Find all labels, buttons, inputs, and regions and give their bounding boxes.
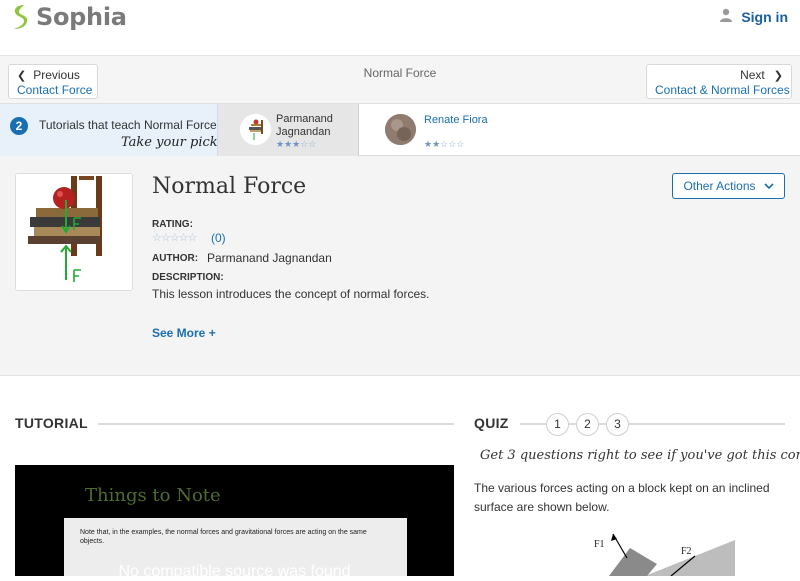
user-icon bbox=[719, 8, 733, 25]
sophia-logo[interactable]: Sophia bbox=[10, 3, 127, 31]
sign-in-link[interactable]: Sign in bbox=[719, 8, 788, 25]
tutor-rating-stars: ★★☆☆☆ bbox=[424, 139, 465, 149]
description-label: DESCRIPTION: bbox=[152, 272, 224, 283]
video-error-message: No compatible source was found bbox=[118, 563, 351, 576]
inclined-plane-figure: F1 F2 bbox=[585, 528, 745, 577]
slide-title: Things to Note bbox=[85, 485, 221, 506]
chevron-down-icon bbox=[763, 179, 774, 193]
quiz-heading: QUIZ bbox=[474, 415, 509, 431]
f2-label: F2 bbox=[681, 546, 692, 557]
previous-lesson-title: Contact Force bbox=[17, 83, 93, 97]
lesson-description: This lesson introduces the concept of no… bbox=[152, 287, 430, 301]
tutor-name: Parmanand Jagnandan bbox=[276, 113, 333, 138]
rating-label: RATING: bbox=[152, 219, 193, 230]
tutorial-heading: TUTORIAL bbox=[15, 415, 88, 431]
site-header: Sophia Sign in bbox=[0, 0, 800, 56]
tutorial-picker-intro: 2 Tutorials that teach Normal Force Take… bbox=[0, 104, 218, 156]
other-actions-dropdown[interactable]: Other Actions bbox=[672, 173, 785, 199]
sophia-logo-icon bbox=[10, 4, 30, 30]
quiz-question-text: The various forces acting on a block kep… bbox=[474, 481, 770, 514]
quiz-prompt: Get 3 questions right to see if you've g… bbox=[480, 448, 800, 463]
tutor-name: Renate Fiora bbox=[424, 114, 488, 126]
sign-in-label: Sign in bbox=[741, 8, 788, 25]
take-your-pick-label: Take your pick: bbox=[121, 135, 218, 150]
tutorial-count-badge: 2 bbox=[10, 117, 28, 135]
concept-title: Normal Force bbox=[363, 66, 437, 80]
rating-count[interactable]: (0) bbox=[211, 231, 226, 245]
tutorial-divider bbox=[98, 423, 454, 425]
next-lesson-title: Contact & Normal Forces bbox=[655, 83, 790, 97]
see-more-link[interactable]: See More + bbox=[152, 326, 216, 340]
f1-label: F1 bbox=[594, 539, 605, 550]
other-actions-label: Other Actions bbox=[683, 179, 756, 193]
video-player[interactable]: Things to Note Note that, in the example… bbox=[15, 465, 454, 576]
tutor-card-parmanand[interactable]: Parmanand Jagnandan ★★★☆☆ bbox=[218, 104, 359, 156]
author-label: AUTHOR: bbox=[152, 253, 199, 264]
tutorials-heading: Tutorials that teach Normal Force bbox=[39, 118, 217, 132]
avatar bbox=[240, 114, 271, 145]
author-name: Parmanand Jagnandan bbox=[207, 251, 332, 265]
brand-name: Sophia bbox=[36, 3, 127, 31]
tutorial-picker: 2 Tutorials that teach Normal Force Take… bbox=[0, 104, 800, 156]
tutor-card-renate[interactable]: Renate Fiora ★★☆☆☆ bbox=[359, 104, 559, 156]
quiz-question-2[interactable]: 2 bbox=[576, 413, 599, 436]
quiz-question-1[interactable]: 1 bbox=[546, 413, 569, 436]
lesson-thumbnail[interactable] bbox=[15, 173, 133, 291]
lesson-title: Normal Force bbox=[152, 174, 307, 199]
lesson-info-panel: Normal Force Other Actions RATING: ☆☆☆☆☆… bbox=[0, 156, 800, 376]
quiz-question-3[interactable]: 3 bbox=[606, 413, 629, 436]
lesson-rating-stars[interactable]: ☆☆☆☆☆ bbox=[152, 231, 197, 244]
lesson-nav-bar: ❮ Previous Contact Force Next ❯ Contact & … bbox=[0, 56, 800, 104]
block-shape bbox=[609, 548, 657, 576]
tutor-rating-stars: ★★★☆☆ bbox=[276, 139, 317, 149]
avatar bbox=[385, 114, 416, 145]
